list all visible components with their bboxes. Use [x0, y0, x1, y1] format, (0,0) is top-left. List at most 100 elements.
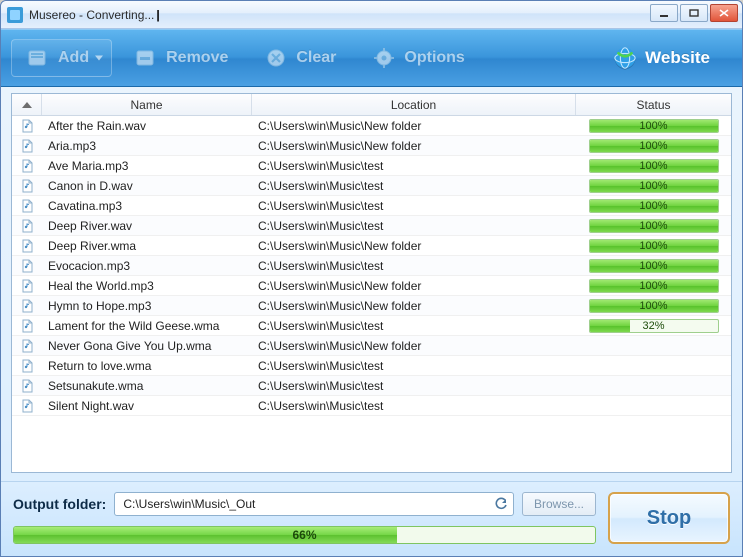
- table-row[interactable]: Heal the World.mp3C:\Users\win\Music\New…: [12, 276, 731, 296]
- file-name: Evocacion.mp3: [42, 257, 252, 275]
- browse-button[interactable]: Browse...: [522, 492, 596, 516]
- progress-label: 100%: [590, 120, 718, 132]
- file-location: C:\Users\win\Music\New folder: [252, 237, 576, 255]
- progress-label: 100%: [590, 180, 718, 192]
- file-name: Setsunakute.wma: [42, 377, 252, 395]
- progress-bar: 100%: [589, 279, 719, 293]
- progress-bar: 100%: [589, 259, 719, 273]
- table-row[interactable]: Return to love.wmaC:\Users\win\Music\tes…: [12, 356, 731, 376]
- file-status: 100%: [576, 177, 731, 195]
- add-icon: [26, 46, 50, 70]
- file-name: Aria.mp3: [42, 137, 252, 155]
- table-row[interactable]: Deep River.wmaC:\Users\win\Music\New fol…: [12, 236, 731, 256]
- file-location: C:\Users\win\Music\test: [252, 177, 576, 195]
- progress-label: 100%: [590, 260, 718, 272]
- file-status: [576, 344, 731, 348]
- file-status: 100%: [576, 137, 731, 155]
- file-name: Heal the World.mp3: [42, 277, 252, 295]
- window-controls: [650, 4, 738, 22]
- file-status: 100%: [576, 237, 731, 255]
- table-row[interactable]: Setsunakute.wmaC:\Users\win\Music\test: [12, 376, 731, 396]
- file-name: After the Rain.wav: [42, 117, 252, 135]
- options-button[interactable]: Options: [358, 40, 478, 76]
- column-header-location[interactable]: Location: [252, 94, 576, 115]
- file-location: C:\Users\win\Music\New folder: [252, 277, 576, 295]
- file-location: C:\Users\win\Music\New folder: [252, 137, 576, 155]
- table-row[interactable]: After the Rain.wavC:\Users\win\Music\New…: [12, 116, 731, 136]
- file-icon: [12, 377, 42, 395]
- overall-progress-bar: 66%: [13, 526, 596, 544]
- overall-progress-row: 66%: [13, 526, 596, 544]
- file-icon: [12, 137, 42, 155]
- file-location: C:\Users\win\Music\New folder: [252, 297, 576, 315]
- file-location: C:\Users\win\Music\New folder: [252, 337, 576, 355]
- progress-bar: 100%: [589, 199, 719, 213]
- file-icon: [12, 197, 42, 215]
- table-row[interactable]: Aria.mp3C:\Users\win\Music\New folder 100…: [12, 136, 731, 156]
- column-header-status[interactable]: Status: [576, 94, 731, 115]
- add-button[interactable]: Add: [11, 39, 112, 77]
- file-icon: [12, 337, 42, 355]
- progress-label: 100%: [590, 300, 718, 312]
- progress-bar: 100%: [589, 159, 719, 173]
- clear-button[interactable]: Clear: [250, 40, 350, 76]
- progress-bar: 32%: [589, 319, 719, 333]
- file-name: Silent Night.wav: [42, 397, 252, 415]
- titlebar[interactable]: Musereo - Converting... |: [1, 1, 742, 29]
- gear-icon: [372, 46, 396, 70]
- refresh-icon[interactable]: [493, 496, 509, 512]
- file-status: 100%: [576, 217, 731, 235]
- remove-button[interactable]: Remove: [120, 40, 242, 76]
- content-area: Name Location Status After the Rain.wavC…: [1, 87, 742, 481]
- table-row[interactable]: Hymn to Hope.mp3C:\Users\win\Music\New f…: [12, 296, 731, 316]
- add-dropdown-caret-icon: [95, 56, 103, 61]
- table-row[interactable]: Silent Night.wavC:\Users\win\Music\test: [12, 396, 731, 416]
- remove-icon: [134, 46, 158, 70]
- progress-label: 100%: [590, 160, 718, 172]
- file-icon: [12, 317, 42, 335]
- column-header-name[interactable]: Name: [42, 94, 252, 115]
- progress-bar: 100%: [589, 139, 719, 153]
- clear-icon: [264, 46, 288, 70]
- progress-bar: 100%: [589, 119, 719, 133]
- website-button[interactable]: Website: [599, 40, 724, 76]
- table-row[interactable]: Lament for the Wild Geese.wmaC:\Users\wi…: [12, 316, 731, 336]
- progress-label: 100%: [590, 240, 718, 252]
- progress-bar: 100%: [589, 239, 719, 253]
- table-body[interactable]: After the Rain.wavC:\Users\win\Music\New…: [12, 116, 731, 472]
- file-icon: [12, 397, 42, 415]
- file-table: Name Location Status After the Rain.wavC…: [11, 93, 732, 473]
- progress-label: 100%: [590, 220, 718, 232]
- file-location: C:\Users\win\Music\test: [252, 217, 576, 235]
- file-status: [576, 384, 731, 388]
- file-status: [576, 404, 731, 408]
- output-folder-row: Output folder: Browse...: [13, 492, 596, 516]
- stop-button[interactable]: Stop: [608, 492, 730, 544]
- file-name: Deep River.wma: [42, 237, 252, 255]
- output-folder-input[interactable]: [123, 497, 493, 511]
- file-location: C:\Users\win\Music\test: [252, 397, 576, 415]
- output-folder-field-wrap: [114, 492, 514, 516]
- close-button[interactable]: [710, 4, 738, 22]
- table-row[interactable]: Never Gona Give You Up.wmaC:\Users\win\M…: [12, 336, 731, 356]
- progress-bar: 100%: [589, 299, 719, 313]
- file-status: 100%: [576, 197, 731, 215]
- table-row[interactable]: Ave Maria.mp3C:\Users\win\Music\test100%: [12, 156, 731, 176]
- file-icon: [12, 257, 42, 275]
- maximize-button[interactable]: [680, 4, 708, 22]
- file-icon: [12, 177, 42, 195]
- overall-progress-label: 66%: [14, 527, 595, 543]
- file-status: 32%: [576, 317, 731, 335]
- table-row[interactable]: Deep River.wavC:\Users\win\Music\test100…: [12, 216, 731, 236]
- browse-label: Browse...: [534, 497, 584, 511]
- file-name: Ave Maria.mp3: [42, 157, 252, 175]
- file-status: 100%: [576, 277, 731, 295]
- table-row[interactable]: Cavatina.mp3C:\Users\win\Music\test100%: [12, 196, 731, 216]
- table-row[interactable]: Canon in D.wavC:\Users\win\Music\test 100…: [12, 176, 731, 196]
- table-row[interactable]: Evocacion.mp3C:\Users\win\Music\test100%: [12, 256, 731, 276]
- minimize-button[interactable]: [650, 4, 678, 22]
- file-name: Canon in D.wav: [42, 177, 252, 195]
- file-status: 100%: [576, 117, 731, 135]
- sort-column-header[interactable]: [12, 94, 42, 115]
- file-location: C:\Users\win\Music\New folder: [252, 117, 576, 135]
